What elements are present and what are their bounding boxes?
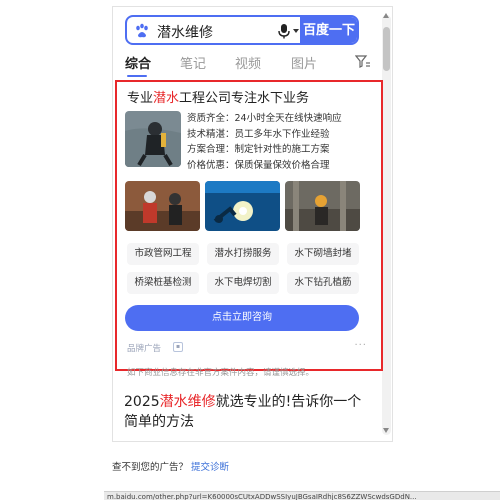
brand-ad-label: 品牌广告: [127, 344, 162, 354]
service-tag[interactable]: 水下电焊切割: [207, 272, 279, 294]
tab-all[interactable]: 综合: [125, 53, 151, 72]
service-tag[interactable]: 潜水打捞服务: [207, 243, 279, 265]
feature-item: 技术精湛：员工多年水下作业经验: [187, 128, 330, 140]
service-tag[interactable]: 桥梁桩基检测: [127, 272, 199, 294]
ad-thumbnail-1[interactable]: [125, 181, 200, 231]
title-highlight: 潜水: [153, 91, 180, 106]
ad-thumbnail-3[interactable]: [285, 181, 360, 231]
feature-item: 资质齐全：24小时全天在线快速响应: [187, 113, 342, 124]
consult-now-button[interactable]: 点击立即咨询: [125, 305, 359, 331]
service-tag[interactable]: 水下砌墙封堵: [287, 243, 359, 265]
tab-videos[interactable]: 视频: [235, 53, 261, 72]
diver-main-image[interactable]: [125, 111, 181, 167]
scrollbar-track[interactable]: [382, 15, 391, 435]
search-input[interactable]: 潜水维修: [157, 22, 213, 42]
filter-icon[interactable]: [355, 55, 371, 69]
microphone-icon[interactable]: [277, 23, 291, 39]
tab-notes[interactable]: 笔记: [180, 53, 206, 72]
feature-item: 方案合理：制定针对性的施工方案: [187, 144, 330, 155]
submit-diagnosis-link[interactable]: 提交诊断: [191, 462, 229, 473]
feature-item: 价格优惠：保质保量保效价格合理: [187, 159, 330, 171]
more-options-icon[interactable]: ···: [354, 340, 367, 351]
result-title-highlight: 潜水维修: [159, 394, 216, 410]
ad-thumbnail-2[interactable]: [205, 181, 280, 231]
diagnose-prompt: 查不到您的广告？ 提交诊断: [112, 462, 230, 473]
service-tag[interactable]: 市政管网工程: [127, 243, 199, 265]
sponsored-ad-card[interactable]: 专业潜水工程公司专注水下业务 资质齐全：24小时全天在线快速响应 技术精湛：员工…: [115, 80, 383, 371]
active-tab-indicator: [127, 75, 147, 77]
search-button[interactable]: 百度一下: [300, 17, 357, 43]
ad-disclaimer: 如下商业信息存在非官方案件内容，请谨慎选择。: [127, 368, 315, 378]
search-bar[interactable]: 潜水维修 百度一下: [125, 15, 359, 45]
service-tag[interactable]: 水下钻孔植筋: [287, 272, 359, 294]
tab-images[interactable]: 图片: [291, 53, 317, 72]
ad-badge-icon: ▪: [173, 342, 183, 352]
scroll-down-icon[interactable]: [383, 428, 389, 433]
result-title[interactable]: 2025潜水维修就选专业的!告诉你一个简单的方法: [124, 392, 364, 432]
scroll-up-icon[interactable]: [383, 13, 389, 18]
feature-list: 资质齐全：24小时全天在线快速响应 技术精湛：员工多年水下作业经验 方案合理：制…: [187, 111, 342, 173]
baidu-paw-icon: [136, 23, 148, 38]
browser-status-bar: m.baidu.com/other.php?url=K60000sCUtxADD…: [104, 491, 500, 500]
search-tabs: 综合 笔记 视频 图片: [125, 53, 375, 77]
scrollbar-thumb[interactable]: [383, 27, 390, 71]
chevron-down-icon[interactable]: [293, 29, 299, 33]
ad-title[interactable]: 专业潜水工程公司专注水下业务: [127, 87, 309, 106]
